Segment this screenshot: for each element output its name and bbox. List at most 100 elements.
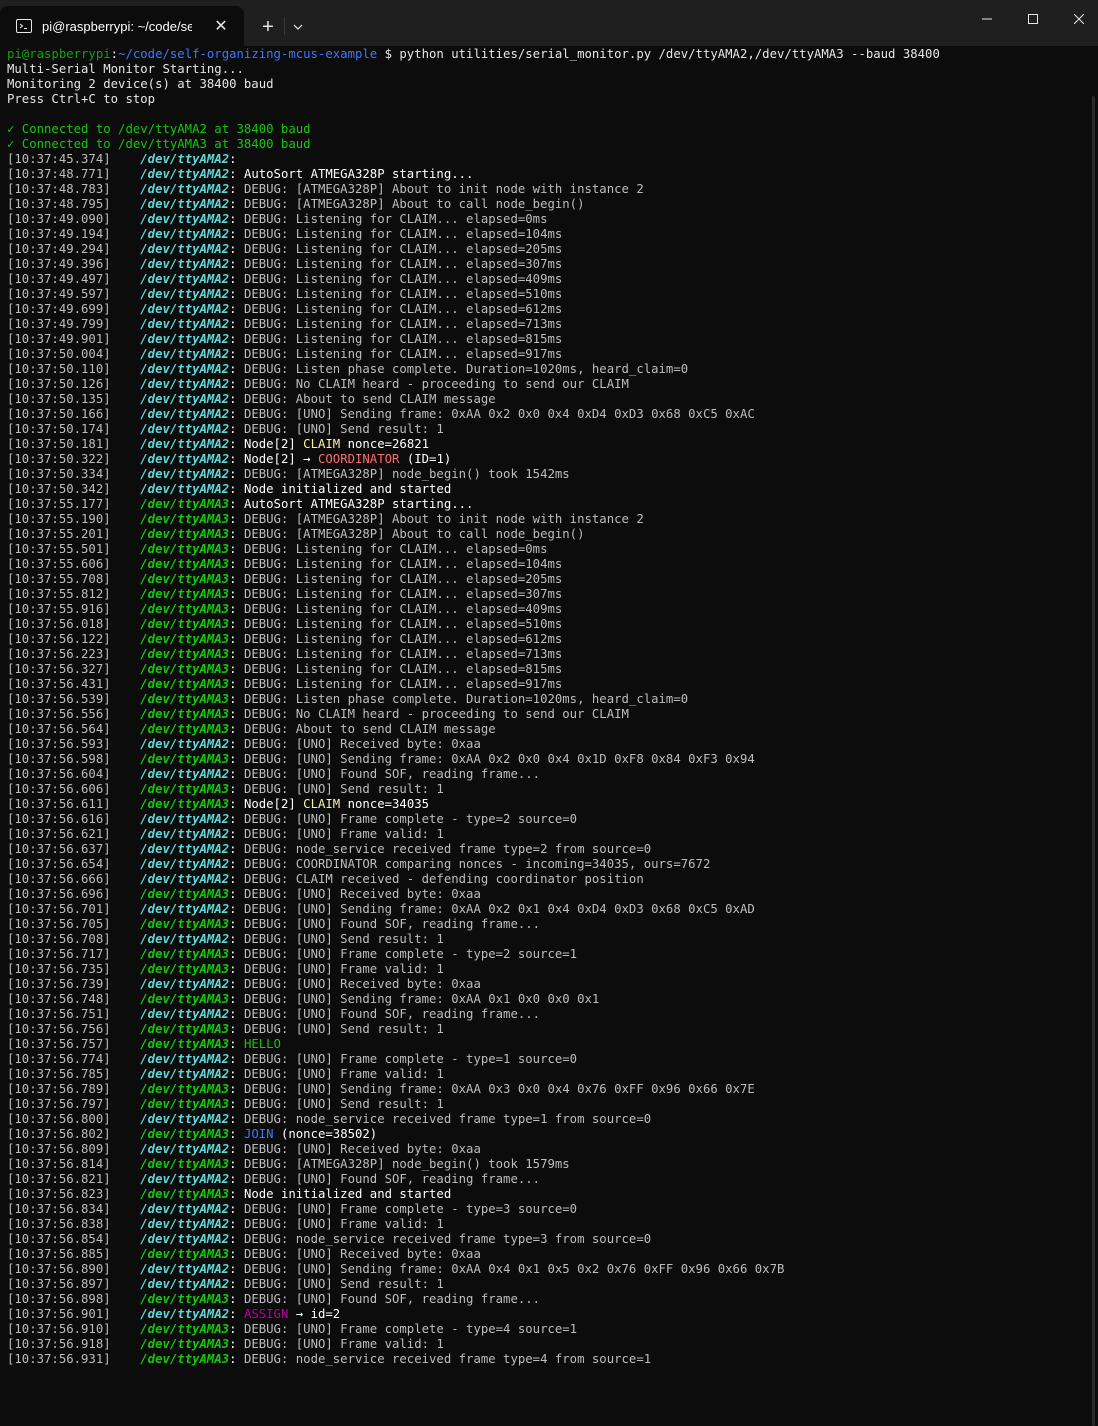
log-timestamp: [10:37:56.739] — [7, 977, 111, 991]
log-line: [10:37:56.564] /dev/ttyAMA3: DEBUG: Abou… — [7, 722, 1090, 737]
log-device: /dev/ttyAMA2 — [140, 1277, 230, 1291]
log-timestamp: [10:37:55.812] — [7, 587, 111, 601]
log-message: DEBUG: [UNO] Frame complete - type=2 sou… — [243, 947, 578, 961]
log-message: DEBUG: [ATMEGA328P] About to init node w… — [243, 512, 644, 526]
log-message: DEBUG: Listening for CLAIM... elapsed=0m… — [243, 542, 548, 556]
log-device: /dev/ttyAMA3 — [140, 992, 230, 1006]
terminal-output[interactable]: pi@raspberrypi:~/code/self-organizing-mc… — [0, 46, 1098, 1426]
close-window-button[interactable] — [1056, 0, 1098, 38]
log-message: AutoSort ATMEGA328P starting... — [243, 167, 474, 181]
log-timestamp: [10:37:56.621] — [7, 827, 111, 841]
log-line: [10:37:56.901] /dev/ttyAMA2: ASSIGN → id… — [7, 1307, 1090, 1322]
log-device: /dev/ttyAMA3 — [140, 1322, 230, 1336]
log-message: DEBUG: Listening for CLAIM... elapsed=10… — [243, 557, 563, 571]
log-device: /dev/ttyAMA2 — [140, 407, 230, 421]
log-timestamp: [10:37:48.771] — [7, 167, 111, 181]
connected-line: ✓ Connected to /dev/ttyAMA2 at 38400 bau… — [7, 122, 311, 136]
close-window-icon — [1074, 14, 1084, 24]
log-colon: : — [229, 857, 244, 871]
log-keyword: HELLO — [243, 1037, 281, 1051]
new-tab-button[interactable]: + — [254, 13, 282, 41]
log-line: [10:37:56.705] /dev/ttyAMA3: DEBUG: [UNO… — [7, 917, 1090, 932]
log-line: [10:37:49.699] /dev/ttyAMA2: DEBUG: List… — [7, 302, 1090, 317]
log-line: [10:37:49.090] /dev/ttyAMA2: DEBUG: List… — [7, 212, 1090, 227]
log-timestamp: [10:37:56.751] — [7, 1007, 111, 1021]
log-colon: : — [229, 962, 244, 976]
log-colon: : — [229, 1352, 244, 1366]
log-device: /dev/ttyAMA2 — [140, 932, 230, 946]
log-message: DEBUG: Listening for CLAIM... elapsed=20… — [243, 572, 563, 586]
log-colon: : — [229, 242, 244, 256]
log-message: DEBUG: [UNO] Send result: 1 — [243, 422, 444, 436]
log-message: DEBUG: node_service received frame type=… — [243, 1232, 652, 1246]
log-colon: : — [229, 797, 244, 811]
tab-dropdown-button[interactable] — [286, 13, 310, 41]
scrollbar[interactable] — [1092, 96, 1095, 1426]
maximize-button[interactable] — [1010, 0, 1056, 38]
log-timestamp: [10:37:55.177] — [7, 497, 111, 511]
log-colon: : — [229, 812, 244, 826]
log-timestamp: [10:37:56.898] — [7, 1292, 111, 1306]
log-timestamp: [10:37:56.696] — [7, 887, 111, 901]
log-device: /dev/ttyAMA2 — [140, 902, 230, 916]
log-colon: : — [229, 362, 244, 376]
log-message: Node[2] → — [243, 452, 318, 466]
log-colon: : — [229, 1307, 244, 1321]
log-colon: : — [229, 527, 244, 541]
log-timestamp: [10:37:56.901] — [7, 1307, 111, 1321]
log-timestamp: [10:37:56.821] — [7, 1172, 111, 1186]
log-message: DEBUG: [UNO] Received byte: 0xaa — [243, 1142, 481, 1156]
log-colon: : — [229, 1202, 244, 1216]
log-line: [10:37:56.739] /dev/ttyAMA2: DEBUG: [UNO… — [7, 977, 1090, 992]
log-timestamp: [10:37:56.748] — [7, 992, 111, 1006]
chevron-down-icon — [293, 24, 303, 30]
log-device: /dev/ttyAMA3 — [140, 662, 230, 676]
log-device: /dev/ttyAMA2 — [140, 857, 230, 871]
log-device: /dev/ttyAMA2 — [140, 1202, 230, 1216]
log-line: [10:37:49.597] /dev/ttyAMA2: DEBUG: List… — [7, 287, 1090, 302]
log-message: DEBUG: About to send CLAIM message — [243, 722, 496, 736]
log-colon: : — [229, 167, 244, 181]
terminal-tab[interactable]: pi@raspberrypi: ~/code/self-organizing-m… — [0, 6, 244, 46]
log-timestamp: [10:37:49.090] — [7, 212, 111, 226]
log-line: [10:37:56.834] /dev/ttyAMA2: DEBUG: [UNO… — [7, 1202, 1090, 1217]
log-line: [10:37:50.174] /dev/ttyAMA2: DEBUG: [UNO… — [7, 422, 1090, 437]
log-line: [10:37:55.606] /dev/ttyAMA3: DEBUG: List… — [7, 557, 1090, 572]
log-timestamp: [10:37:56.756] — [7, 1022, 111, 1036]
log-message: DEBUG: [UNO] Received byte: 0xaa — [243, 887, 481, 901]
log-message: DEBUG: [UNO] Frame valid: 1 — [243, 1217, 444, 1231]
log-line: [10:37:50.110] /dev/ttyAMA2: DEBUG: List… — [7, 362, 1090, 377]
log-colon: : — [229, 497, 244, 511]
log-device: /dev/ttyAMA3 — [140, 1157, 230, 1171]
log-message: DEBUG: node_service received frame type=… — [243, 842, 652, 856]
log-timestamp: [10:37:49.396] — [7, 257, 111, 271]
log-message: DEBUG: [UNO] Frame complete - type=1 sou… — [243, 1052, 578, 1066]
log-colon: : — [229, 587, 244, 601]
log-lines: [10:37:45.374] /dev/ttyAMA2: [10:37:48.7… — [7, 152, 1090, 1367]
log-line: [10:37:56.890] /dev/ttyAMA2: DEBUG: [UNO… — [7, 1262, 1090, 1277]
log-timestamp: [10:37:49.597] — [7, 287, 111, 301]
close-icon[interactable]: ✕ — [208, 13, 234, 39]
log-device: /dev/ttyAMA2 — [140, 272, 230, 286]
log-device: /dev/ttyAMA2 — [140, 212, 230, 226]
log-device: /dev/ttyAMA2 — [140, 167, 230, 181]
log-line: [10:37:56.606] /dev/ttyAMA3: DEBUG: [UNO… — [7, 782, 1090, 797]
log-timestamp: [10:37:56.611] — [7, 797, 111, 811]
header-line — [7, 107, 1090, 122]
log-line: [10:37:56.897] /dev/ttyAMA2: DEBUG: [UNO… — [7, 1277, 1090, 1292]
log-device: /dev/ttyAMA2 — [140, 467, 230, 481]
minimize-button[interactable] — [964, 0, 1010, 38]
log-colon: : — [229, 572, 244, 586]
log-message: DEBUG: Listening for CLAIM... elapsed=61… — [243, 632, 563, 646]
log-timestamp: [10:37:48.795] — [7, 197, 111, 211]
connected-line: ✓ Connected to /dev/ttyAMA3 at 38400 bau… — [7, 137, 311, 151]
log-device: /dev/ttyAMA2 — [140, 242, 230, 256]
log-device: /dev/ttyAMA3 — [140, 797, 230, 811]
log-colon: : — [229, 1172, 244, 1186]
log-line: [10:37:56.593] /dev/ttyAMA2: DEBUG: [UNO… — [7, 737, 1090, 752]
log-message: Node[2] — [243, 437, 304, 451]
log-colon: : — [229, 287, 244, 301]
prompt-symbol: $ — [377, 47, 400, 61]
log-message: nonce=34035 — [340, 797, 430, 811]
log-colon: : — [229, 1262, 244, 1276]
